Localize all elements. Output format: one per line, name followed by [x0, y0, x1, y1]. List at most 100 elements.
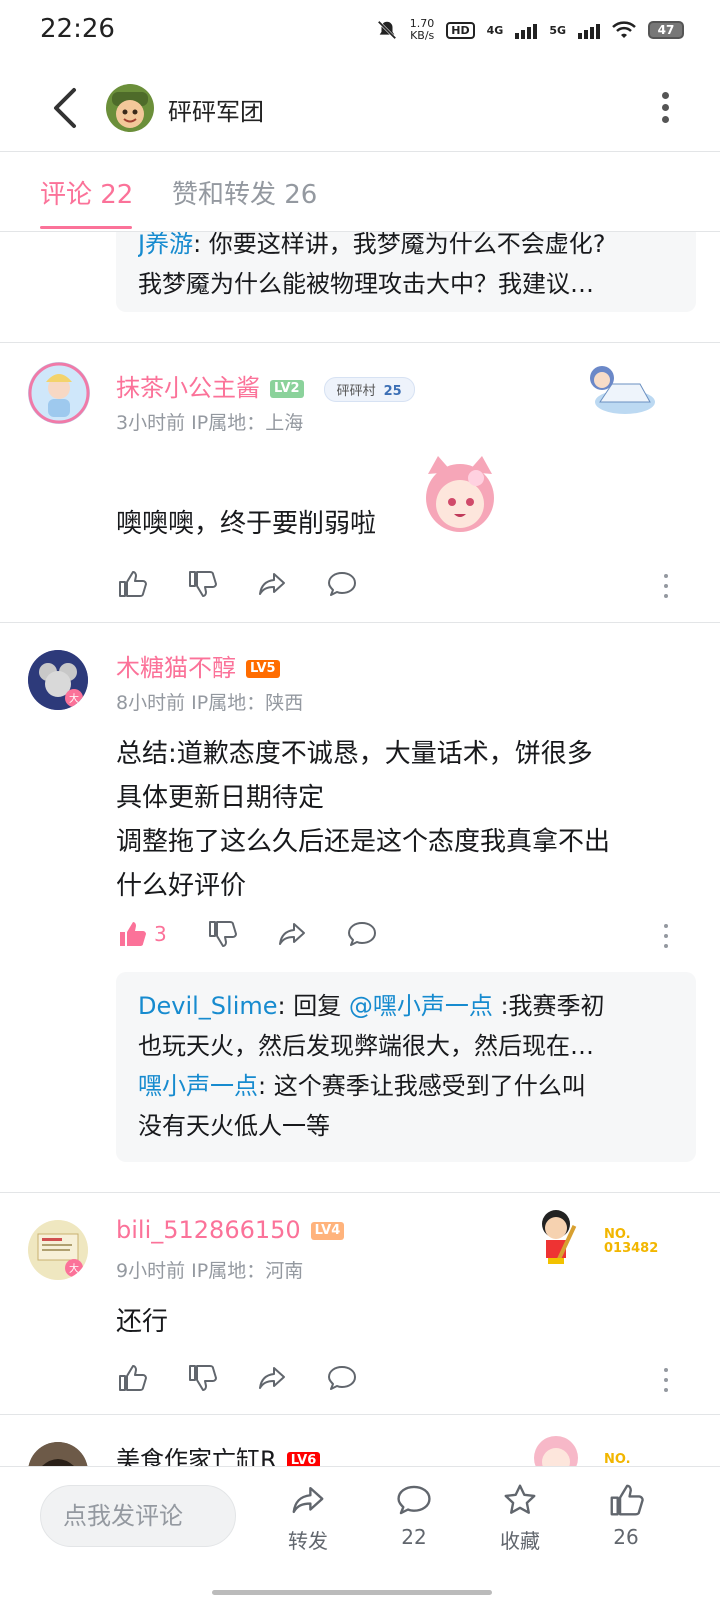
share-button[interactable]	[276, 916, 346, 952]
comment-text: 总结:道歉态度不诚恳，大量话术，饼很多 具体更新日期待定 调整拖了这么久后还是这…	[116, 739, 611, 901]
mention-link[interactable]: @嘿小声一点	[349, 992, 493, 1020]
share-arrow-icon	[279, 923, 305, 945]
home-indicator[interactable]	[212, 1590, 492, 1595]
sim1-label: 4G	[486, 23, 504, 37]
avatar[interactable]: 大	[28, 650, 88, 710]
reply-username[interactable]: J养游	[138, 232, 193, 258]
comment-actions	[116, 566, 396, 602]
like-count: 26	[613, 1525, 639, 1549]
share-arrow-icon	[259, 1367, 285, 1389]
like-button[interactable]	[116, 566, 186, 602]
reply-line: Devil_Slime: 回复 @嘿小声一点 :我赛季初	[138, 992, 605, 1020]
fan-badge[interactable]: 砰砰村 25	[323, 376, 415, 402]
tab-comments[interactable]: 评论 22	[40, 174, 133, 211]
comment-more-icon[interactable]	[662, 924, 670, 954]
comment-author[interactable]: 木糖猫不醇 LV5	[116, 648, 280, 683]
back-arrow-icon[interactable]	[46, 86, 86, 130]
chat-bubble-icon	[397, 1485, 431, 1515]
comment-text: 还行	[116, 1307, 169, 1337]
comment-more-icon[interactable]	[662, 1368, 670, 1398]
signal2-icon	[578, 21, 600, 39]
top-nav-bar: 砰砰军团	[0, 64, 720, 152]
comment-meta: 9小时前 IP属地：河南	[116, 1260, 304, 1282]
dislike-button[interactable]	[206, 916, 276, 952]
comment-meta: 3小时前 IP属地：上海	[116, 412, 304, 434]
reply-button[interactable]	[346, 916, 416, 952]
active-tab-indicator	[40, 226, 132, 229]
tab-bar: 评论 22 赞和转发 26	[0, 152, 720, 232]
avatar[interactable]: 大	[28, 1220, 88, 1280]
comment-item: 抹茶小公主酱 LV2 砰砰村 25 3小时前 IP属地：上海 噢噢噢，终于要削弱啦	[0, 342, 720, 622]
reply-line: 没有天火低人一等	[138, 1112, 330, 1140]
share-button[interactable]: 转发	[268, 1481, 348, 1554]
comment-actions	[116, 1360, 396, 1396]
comment-actions: 3	[116, 916, 416, 952]
comment-count-button[interactable]: 22	[374, 1481, 454, 1549]
more-options-icon[interactable]	[658, 88, 672, 128]
share-button[interactable]	[256, 566, 326, 602]
share-button[interactable]	[256, 1360, 326, 1396]
comment-author[interactable]: 抹茶小公主酱 LV2 砰砰村 25	[116, 368, 415, 403]
battery-icon: 47	[648, 21, 684, 39]
tab-likes-shares[interactable]: 赞和转发 26	[172, 174, 317, 211]
reply-line: 嘿小声一点: 这个赛季让我感受到了什么叫	[138, 1072, 586, 1100]
reply-username[interactable]: Devil_Slime	[138, 992, 278, 1020]
reply-text: : 你要这样讲，我梦魇为什么不会虚化?	[193, 232, 606, 258]
reply-preview-box[interactable]: J养游: 你要这样讲，我梦魇为什么不会虚化? 我梦魇为什么能被物理攻击大中？我建…	[116, 232, 696, 312]
comment-item: 大 bili_512866150 LV4 9小时前 IP属地：河南 NO. 013…	[0, 1192, 720, 1414]
star-icon	[504, 1484, 536, 1514]
wifi-icon	[612, 21, 636, 38]
level-badge: LV2	[270, 380, 304, 398]
reply-line: J养游: 你要这样讲，我梦魇为什么不会虚化?	[138, 232, 674, 264]
share-arrow-icon	[259, 573, 285, 595]
thumbs-up-icon	[119, 1365, 147, 1391]
cat-girl-sticker-icon	[426, 456, 494, 532]
comment-text: 噢噢噢，终于要削弱啦	[116, 509, 377, 539]
status-icons: 1.70 KB/s HD 4G 5G 47	[376, 18, 684, 42]
svg-text:大: 大	[69, 1262, 79, 1275]
reply-line: 也玩天火，然后发现弊端很大，然后现在…	[138, 1032, 594, 1060]
reply-button[interactable]	[326, 1360, 396, 1396]
reply-line: 我梦魇为什么能被物理攻击大中？我建议…	[138, 270, 594, 298]
network-speed: 1.70 KB/s	[409, 17, 435, 42]
favorite-label: 收藏	[500, 1529, 540, 1553]
page-title: 砰砰军团	[168, 98, 264, 126]
hd-badge: HD	[446, 21, 475, 39]
reply-username[interactable]: 嘿小声一点	[138, 1072, 258, 1100]
decoration-number: NO. 013482	[604, 1227, 659, 1256]
share-arrow-icon	[292, 1486, 324, 1514]
chat-bubble-icon	[328, 572, 356, 596]
thumbs-up-icon	[610, 1484, 644, 1516]
favorite-button[interactable]: 收藏	[480, 1481, 560, 1554]
dislike-button[interactable]	[186, 566, 256, 602]
thumbs-up-filled-icon	[120, 922, 146, 946]
like-button[interactable]	[116, 1360, 186, 1396]
comment-more-icon[interactable]	[662, 574, 670, 604]
comment-author[interactable]: bili_512866150 LV4	[116, 1216, 345, 1244]
share-label: 转发	[288, 1529, 328, 1553]
decoration-sticker-icon	[590, 366, 655, 414]
reply-button[interactable]	[326, 566, 396, 602]
thumbs-down-icon	[189, 571, 217, 597]
like-button[interactable]: 3	[116, 916, 206, 952]
comment-input[interactable]: 点我发评论	[40, 1485, 236, 1547]
comment-item: 大 木糖猫不醇 LV5 8小时前 IP属地：陕西 总结:道歉态度不诚恳，大量话术，…	[0, 622, 720, 1192]
dislike-button[interactable]	[186, 1360, 256, 1396]
group-avatar[interactable]	[106, 84, 154, 132]
level-badge: LV4	[310, 1222, 345, 1240]
svg-text:大: 大	[69, 692, 79, 705]
status-time: 22:26	[40, 14, 115, 44]
chat-bubble-icon	[328, 1366, 356, 1390]
like-button[interactable]: 26	[586, 1481, 666, 1549]
thumbs-up-icon	[119, 571, 147, 597]
status-bar: 22:26 1.70 KB/s HD 4G 5G 47	[0, 0, 720, 64]
reply-preview-box[interactable]: Devil_Slime: 回复 @嘿小声一点 :我赛季初 也玩天火，然后发现弊端…	[116, 972, 696, 1162]
avatar[interactable]	[28, 362, 90, 424]
mute-bell-icon	[377, 20, 397, 40]
bottom-action-bar: 点我发评论 转发 22 收藏 26	[0, 1466, 720, 1603]
comment-list[interactable]: J养游: 你要这样讲，我梦魇为什么不会虚化? 我梦魇为什么能被物理攻击大中？我建…	[0, 232, 720, 1500]
thumbs-down-icon	[209, 921, 237, 947]
level-badge: LV5	[246, 660, 280, 678]
signal1-icon	[515, 21, 538, 39]
like-count: 3	[154, 922, 167, 946]
